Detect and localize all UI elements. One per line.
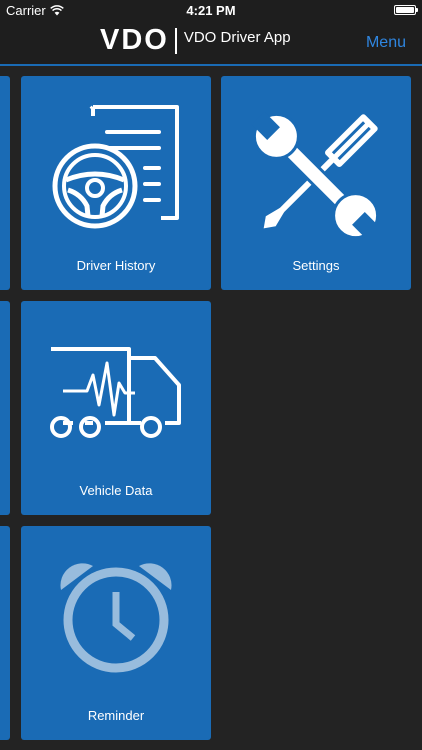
menu-button[interactable]: Menu: [366, 34, 406, 52]
logo-divider: [174, 27, 177, 54]
logo-mark: VDO: [100, 24, 169, 56]
battery-icon: [394, 5, 418, 15]
tile-label: Settings: [292, 258, 340, 273]
app-title: VDO Driver App: [183, 29, 291, 46]
tile-label: Reminder: [87, 708, 145, 723]
tile-label: Vehicle Data: [79, 483, 153, 498]
status-time: 4:21 PM: [186, 3, 236, 18]
app-header: VDO VDO Driver App Menu: [0, 22, 422, 66]
tile-vehicle-data[interactable]: Vehicle Data: [21, 301, 211, 515]
partial-tile-row-1[interactable]: [0, 76, 10, 290]
status-bar: Carrier 4:21 PM: [0, 0, 422, 22]
partial-tile-row-3[interactable]: [0, 526, 10, 740]
partial-tile-row-2[interactable]: [0, 301, 10, 515]
vdo-logo: VDO VDO Driver App: [100, 24, 291, 57]
tile-reminder[interactable]: Reminder: [21, 526, 211, 740]
tile-driver-history[interactable]: Driver History: [21, 76, 211, 290]
tile-label: Driver History: [76, 258, 156, 273]
tile-settings[interactable]: Settings: [221, 76, 411, 290]
